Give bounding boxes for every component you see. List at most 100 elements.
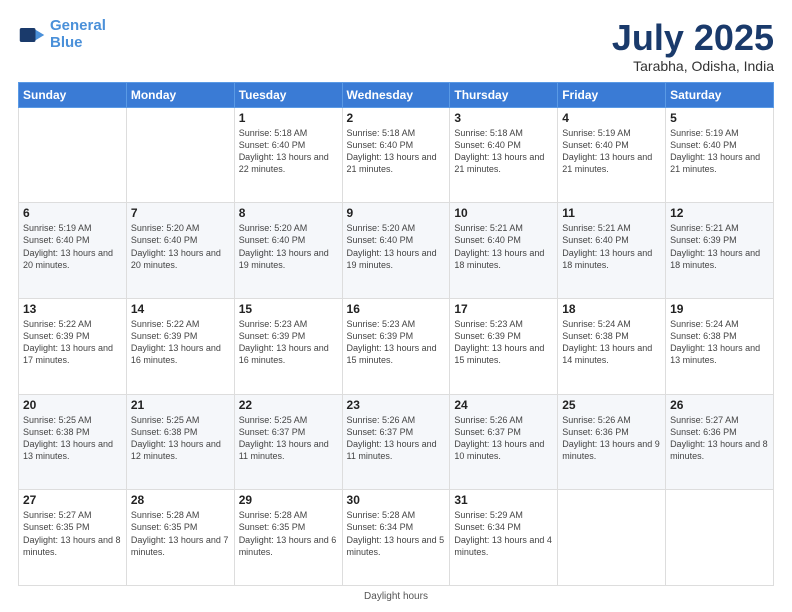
calendar-cell: 12 Sunrise: 5:21 AM Sunset: 6:39 PM Dayli… (666, 203, 774, 299)
calendar-cell: 7 Sunrise: 5:20 AM Sunset: 6:40 PM Daylig… (126, 203, 234, 299)
day-number: 26 (670, 398, 769, 412)
day-number: 14 (131, 302, 230, 316)
day-number: 18 (562, 302, 661, 316)
calendar-cell: 22 Sunrise: 5:25 AM Sunset: 6:37 PM Dayli… (234, 394, 342, 490)
header-monday: Monday (126, 82, 234, 107)
day-info: Sunrise: 5:23 AM Sunset: 6:39 PM Dayligh… (454, 318, 553, 367)
day-number: 31 (454, 493, 553, 507)
calendar-cell: 19Sunrise: 5:24 AM Sunset: 6:38 PM Dayli… (666, 298, 774, 394)
location: Tarabha, Odisha, India (612, 58, 774, 74)
header-wednesday: Wednesday (342, 82, 450, 107)
day-info: Sunrise: 5:23 AM Sunset: 6:39 PM Dayligh… (239, 318, 338, 367)
calendar-cell: 3 Sunrise: 5:18 AM Sunset: 6:40 PM Daylig… (450, 107, 558, 203)
day-number: 1 (239, 111, 338, 125)
calendar-week-5: 27 Sunrise: 5:27 AM Sunset: 6:35 PM Dayli… (19, 490, 774, 586)
logo-general: General (50, 17, 106, 34)
day-number: 4 (562, 111, 661, 125)
day-number: 10 (454, 206, 553, 220)
calendar-cell: 24Sunrise: 5:26 AM Sunset: 6:37 PM Dayli… (450, 394, 558, 490)
calendar-cell: 28 Sunrise: 5:28 AM Sunset: 6:35 PM Dayli… (126, 490, 234, 586)
calendar-cell: 30 Sunrise: 5:28 AM Sunset: 6:34 PM Dayli… (342, 490, 450, 586)
day-number: 25 (562, 398, 661, 412)
day-info: Sunrise: 5:26 AM Sunset: 6:37 PM Dayligh… (454, 414, 553, 463)
day-info: Sunrise: 5:22 AM Sunset: 6:39 PM Dayligh… (23, 318, 122, 367)
day-info: Sunrise: 5:24 AM Sunset: 6:38 PM Dayligh… (670, 318, 769, 367)
footer: Daylight hours (18, 591, 774, 602)
calendar-header-row: SundayMondayTuesdayWednesdayThursdayFrid… (19, 82, 774, 107)
calendar-cell: 6 Sunrise: 5:19 AM Sunset: 6:40 PM Daylig… (19, 203, 127, 299)
header-saturday: Saturday (666, 82, 774, 107)
calendar-cell: 18Sunrise: 5:24 AM Sunset: 6:38 PM Dayli… (558, 298, 666, 394)
day-info: Sunrise: 5:25 AM Sunset: 6:38 PM Dayligh… (23, 414, 122, 463)
calendar-cell: 9 Sunrise: 5:20 AM Sunset: 6:40 PM Daylig… (342, 203, 450, 299)
calendar-cell: 2Sunrise: 5:18 AM Sunset: 6:40 PM Daylig… (342, 107, 450, 203)
day-number: 22 (239, 398, 338, 412)
day-info: Sunrise: 5:22 AM Sunset: 6:39 PM Dayligh… (131, 318, 230, 367)
day-info: Sunrise: 5:25 AM Sunset: 6:38 PM Dayligh… (131, 414, 230, 463)
day-number: 11 (562, 206, 661, 220)
header-sunday: Sunday (19, 82, 127, 107)
calendar-cell: 21 Sunrise: 5:25 AM Sunset: 6:38 PM Dayli… (126, 394, 234, 490)
header: General Blue July 2025 Tarabha, Odisha, … (18, 18, 774, 74)
calendar-cell (558, 490, 666, 586)
calendar-cell: 25Sunrise: 5:26 AM Sunset: 6:36 PM Dayli… (558, 394, 666, 490)
day-number: 30 (347, 493, 446, 507)
day-info: Sunrise: 5:18 AM Sunset: 6:40 PM Dayligh… (454, 127, 553, 176)
day-number: 6 (23, 206, 122, 220)
day-number: 3 (454, 111, 553, 125)
calendar-cell: 27 Sunrise: 5:27 AM Sunset: 6:35 PM Dayli… (19, 490, 127, 586)
day-info: Sunrise: 5:28 AM Sunset: 6:35 PM Dayligh… (131, 509, 230, 558)
calendar-cell: 8Sunrise: 5:20 AM Sunset: 6:40 PM Daylig… (234, 203, 342, 299)
logo: General Blue (18, 18, 106, 51)
day-number: 5 (670, 111, 769, 125)
day-info: Sunrise: 5:19 AM Sunset: 6:40 PM Dayligh… (562, 127, 661, 176)
day-info: Sunrise: 5:20 AM Sunset: 6:40 PM Dayligh… (347, 222, 446, 271)
day-number: 16 (347, 302, 446, 316)
day-number: 13 (23, 302, 122, 316)
page: General Blue July 2025 Tarabha, Odisha, … (0, 0, 792, 612)
calendar-cell: 5 Sunrise: 5:19 AM Sunset: 6:40 PM Daylig… (666, 107, 774, 203)
calendar-cell: 1 Sunrise: 5:18 AM Sunset: 6:40 PM Daylig… (234, 107, 342, 203)
header-thursday: Thursday (450, 82, 558, 107)
day-info: Sunrise: 5:19 AM Sunset: 6:40 PM Dayligh… (23, 222, 122, 271)
day-info: Sunrise: 5:21 AM Sunset: 6:40 PM Dayligh… (454, 222, 553, 271)
title-block: July 2025 Tarabha, Odisha, India (612, 18, 774, 74)
calendar-cell: 4 Sunrise: 5:19 AM Sunset: 6:40 PM Daylig… (558, 107, 666, 203)
day-number: 7 (131, 206, 230, 220)
calendar-table: SundayMondayTuesdayWednesdayThursdayFrid… (18, 82, 774, 586)
calendar-cell: 23Sunrise: 5:26 AM Sunset: 6:37 PM Dayli… (342, 394, 450, 490)
day-info: Sunrise: 5:26 AM Sunset: 6:37 PM Dayligh… (347, 414, 446, 463)
calendar-week-3: 13 Sunrise: 5:22 AM Sunset: 6:39 PM Dayli… (19, 298, 774, 394)
day-number: 28 (131, 493, 230, 507)
day-number: 17 (454, 302, 553, 316)
day-number: 20 (23, 398, 122, 412)
calendar-cell: 17 Sunrise: 5:23 AM Sunset: 6:39 PM Dayli… (450, 298, 558, 394)
day-number: 8 (239, 206, 338, 220)
day-number: 9 (347, 206, 446, 220)
logo-text: General Blue (50, 18, 106, 51)
calendar-cell: 11 Sunrise: 5:21 AM Sunset: 6:40 PM Dayli… (558, 203, 666, 299)
month-title: July 2025 (612, 18, 774, 58)
calendar-cell: 29Sunrise: 5:28 AM Sunset: 6:35 PM Dayli… (234, 490, 342, 586)
calendar-cell: 20 Sunrise: 5:25 AM Sunset: 6:38 PM Dayli… (19, 394, 127, 490)
calendar-cell (19, 107, 127, 203)
day-info: Sunrise: 5:28 AM Sunset: 6:34 PM Dayligh… (347, 509, 446, 558)
header-friday: Friday (558, 82, 666, 107)
calendar-cell: 10 Sunrise: 5:21 AM Sunset: 6:40 PM Dayli… (450, 203, 558, 299)
day-number: 21 (131, 398, 230, 412)
calendar-cell: 14 Sunrise: 5:22 AM Sunset: 6:39 PM Dayli… (126, 298, 234, 394)
day-info: Sunrise: 5:21 AM Sunset: 6:40 PM Dayligh… (562, 222, 661, 271)
calendar-week-1: 1 Sunrise: 5:18 AM Sunset: 6:40 PM Daylig… (19, 107, 774, 203)
day-info: Sunrise: 5:25 AM Sunset: 6:37 PM Dayligh… (239, 414, 338, 463)
calendar-cell: 15Sunrise: 5:23 AM Sunset: 6:39 PM Dayli… (234, 298, 342, 394)
day-number: 27 (23, 493, 122, 507)
day-info: Sunrise: 5:19 AM Sunset: 6:40 PM Dayligh… (670, 127, 769, 176)
daylight-label: Daylight hours (364, 591, 428, 602)
day-info: Sunrise: 5:20 AM Sunset: 6:40 PM Dayligh… (131, 222, 230, 271)
day-info: Sunrise: 5:27 AM Sunset: 6:35 PM Dayligh… (23, 509, 122, 558)
day-info: Sunrise: 5:21 AM Sunset: 6:39 PM Dayligh… (670, 222, 769, 271)
day-info: Sunrise: 5:28 AM Sunset: 6:35 PM Dayligh… (239, 509, 338, 558)
day-number: 12 (670, 206, 769, 220)
calendar-week-4: 20 Sunrise: 5:25 AM Sunset: 6:38 PM Dayli… (19, 394, 774, 490)
day-info: Sunrise: 5:18 AM Sunset: 6:40 PM Dayligh… (239, 127, 338, 176)
